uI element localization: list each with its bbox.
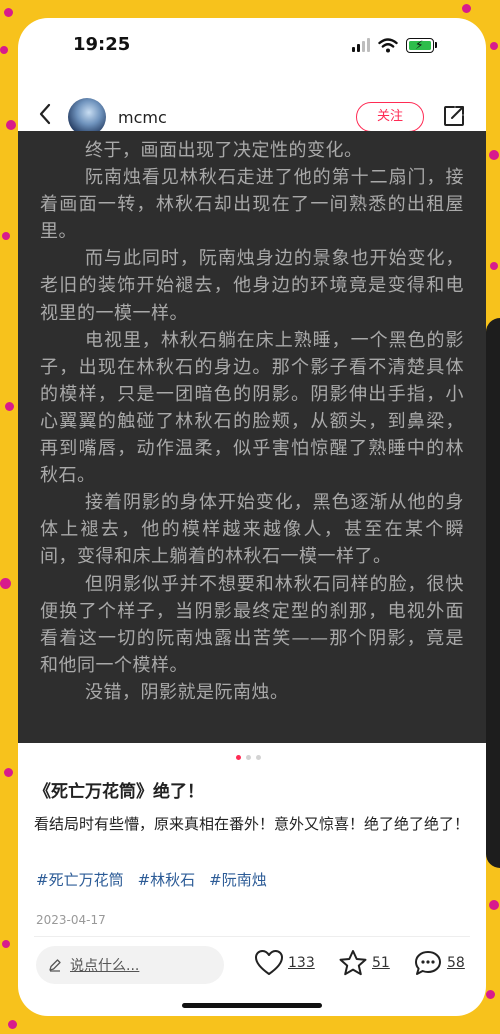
comment-placeholder: 说点什么... — [70, 958, 140, 974]
tag-link[interactable]: #死亡万花筒 — [36, 869, 124, 890]
background-dot — [4, 8, 13, 17]
post-description: 看结局时有些懵，原来真相在番外！意外又惊喜！绝了绝了绝了！ — [34, 815, 470, 833]
background-dot — [2, 940, 10, 948]
follow-button[interactable]: 关注 — [356, 102, 424, 132]
background-dot — [490, 42, 498, 50]
background-dot — [0, 578, 11, 589]
pencil-icon — [49, 959, 61, 972]
favorite-count: 51 — [372, 955, 390, 971]
story-paragraph: 电视里，林秋石躺在床上熟睡，一个黑色的影子，出现在林秋石的身边。那个影子看不清楚… — [40, 329, 464, 487]
background-dot — [490, 262, 498, 270]
heart-icon — [255, 950, 283, 975]
favorite-button[interactable]: 51 — [338, 949, 390, 977]
background-dot — [8, 1020, 17, 1029]
story-paragraph: 接着阴影的身体开始变化，黑色逐渐从他的身体上褪去，他的模样越来越像人，甚至在某个… — [40, 492, 464, 568]
background-dot — [486, 990, 495, 999]
page-dot — [246, 755, 251, 760]
post-title: 《死亡万花筒》绝了！ — [34, 782, 204, 802]
story-paragraph: 没错，阴影就是阮南烛。 — [85, 681, 289, 703]
phone-screen: 19:25 ⚡ mcmc 关注 终于，画面出现了决定性的变化。 阮南烛看见林秋石… — [18, 18, 486, 1016]
background-dot — [5, 402, 14, 411]
background-dot — [489, 150, 499, 160]
status-icons: ⚡ — [352, 34, 437, 56]
page-dot-active — [236, 755, 241, 760]
story-paragraph: 阮南烛看见林秋石走进了他的第十二扇门，接着画面一转，林秋石却出现在了一间熟悉的出… — [40, 167, 464, 243]
background-dot — [2, 232, 10, 240]
comment-button[interactable]: 58 — [413, 949, 465, 977]
status-bar: 19:25 ⚡ — [18, 18, 486, 74]
like-count: 133 — [288, 955, 315, 971]
background-dot — [6, 120, 16, 130]
battery-icon: ⚡ — [406, 37, 437, 53]
post-date: 2023-04-17 — [36, 913, 106, 927]
background-dot — [0, 46, 8, 54]
story-text: 终于，画面出现了决定性的变化。 阮南烛看见林秋石走进了他的第十二扇门，接着画面一… — [18, 131, 486, 706]
post-image[interactable]: 终于，画面出现了决定性的变化。 阮南烛看见林秋石走进了他的第十二扇门，接着画面一… — [18, 131, 486, 743]
wifi-icon — [378, 37, 398, 52]
page-dot — [256, 755, 261, 760]
story-paragraph: 终于，画面出现了决定性的变化。 — [85, 140, 363, 161]
background-photo-edge — [486, 318, 500, 868]
tag-list: #死亡万花筒 #林秋石 #阮南烛 — [36, 869, 267, 890]
comment-input[interactable]: 说点什么... — [36, 946, 224, 984]
background-dot — [462, 4, 471, 13]
home-indicator — [182, 1003, 322, 1008]
background-dot — [4, 768, 13, 777]
tag-link[interactable]: #林秋石 — [138, 869, 196, 890]
like-button[interactable]: 133 — [254, 949, 315, 977]
background-dot — [489, 900, 499, 910]
back-icon[interactable] — [34, 102, 58, 126]
status-time: 19:25 — [73, 34, 131, 55]
story-paragraph: 而与此同时，阮南烛身边的景象也开始变化，老旧的装饰开始褪去，他身边的环境竟是变得… — [40, 248, 464, 324]
tag-link[interactable]: #阮南烛 — [209, 869, 267, 890]
image-pagination — [236, 755, 261, 760]
author-name[interactable]: mcmc — [118, 108, 167, 127]
story-paragraph: 但阴影似乎并不想要和林秋石同样的脸，很快便换了个样子，当阴影最终定型的刹那，电视… — [40, 573, 464, 676]
signal-icon — [352, 38, 370, 52]
divider — [34, 936, 470, 937]
share-icon[interactable] — [442, 104, 466, 128]
comment-bubble-icon — [415, 951, 441, 975]
comment-count: 58 — [447, 955, 465, 971]
star-icon — [339, 950, 367, 976]
